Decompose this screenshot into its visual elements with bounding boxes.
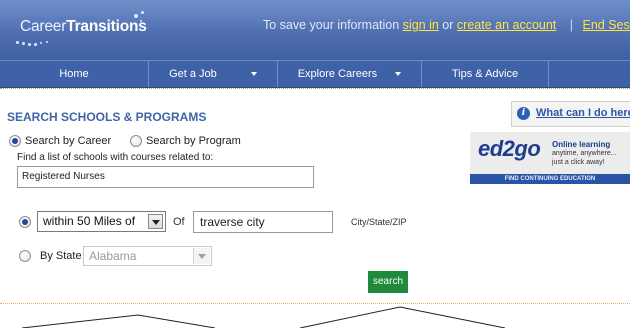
logo-text-career: Career (20, 18, 67, 35)
nav-item-label: Get a Job (169, 68, 217, 80)
state-select-value: Alabama (89, 249, 137, 263)
ad-tagline: anytime, anywhere... (552, 150, 617, 157)
page-title: SEARCH SCHOOLS & PROGRAMS (7, 110, 207, 124)
search-by-program-label: Search by Program (146, 135, 241, 147)
chevron-down-icon (250, 72, 257, 77)
header-message-prefix: To save your information (263, 18, 400, 32)
search-by-state-radio[interactable] (19, 250, 31, 262)
search-by-career-radio[interactable] (9, 135, 21, 147)
nav-item-get-a-job[interactable]: Get a Job (149, 61, 277, 87)
nav-dotted-divider (0, 88, 630, 89)
nav-item-label: Explore Careers (297, 68, 378, 80)
nav-item-tips-advice[interactable]: Tips & Advice (422, 61, 548, 87)
ad-tagline: Online learning (552, 140, 611, 149)
career-input[interactable]: Registered Nurses (17, 166, 314, 188)
end-session-link[interactable]: End Sessio (583, 18, 630, 32)
distance-select[interactable]: within 50 Miles of (37, 211, 166, 232)
help-box: i What can I do here? (511, 101, 630, 127)
chevron-down-icon[interactable] (148, 214, 163, 229)
nav-item-label: Tips & Advice (451, 68, 519, 80)
what-can-i-do-link[interactable]: What can I do here? (536, 107, 630, 119)
of-label: Of (173, 216, 185, 228)
info-icon: i (517, 107, 530, 120)
state-select[interactable]: Alabama (83, 246, 212, 266)
site-header: CareerTransitions To save your informati… (0, 0, 630, 60)
nav-item-label: Home (59, 68, 89, 80)
nav-divider (548, 61, 549, 87)
search-by-distance-radio[interactable] (19, 216, 31, 228)
decorative-lines (21, 306, 506, 328)
chevron-down-icon (193, 248, 210, 264)
ad-cta-bar: FIND CONTINUING EDUCATION (470, 174, 630, 184)
create-account-link[interactable]: create an account (457, 18, 556, 32)
chevron-down-icon (395, 72, 402, 77)
location-hint: City/State/ZIP (351, 217, 407, 227)
ed2go-logo: ed2go (478, 136, 541, 161)
header-message: To save your information sign in or crea… (263, 18, 630, 32)
logo-text-transitions: Transitions (66, 18, 147, 35)
search-by-career-label: Search by Career (25, 135, 112, 147)
distance-select-value: within 50 Miles of (43, 214, 136, 228)
ed2go-ad-banner[interactable]: ed2go Online learning anytime, anywhere.… (470, 132, 630, 184)
nav-item-home[interactable]: Home (0, 61, 148, 87)
search-button[interactable]: search (368, 271, 408, 293)
header-separator: | (569, 18, 574, 32)
career-search-prompt: Find a list of schools with courses rela… (17, 152, 214, 163)
sign-in-link[interactable]: sign in (403, 18, 439, 32)
nav-item-explore-careers[interactable]: Explore Careers (278, 61, 421, 87)
search-by-program-radio[interactable] (130, 135, 142, 147)
main-nav: Home Get a Job Explore Careers Tips & Ad… (0, 60, 630, 88)
career-transitions-logo[interactable]: CareerTransitions (14, 11, 164, 51)
by-state-label: By State (40, 250, 82, 262)
header-message-or: or (442, 18, 454, 32)
ad-tagline: just a click away! (552, 159, 605, 166)
location-input[interactable]: traverse city (193, 211, 333, 233)
